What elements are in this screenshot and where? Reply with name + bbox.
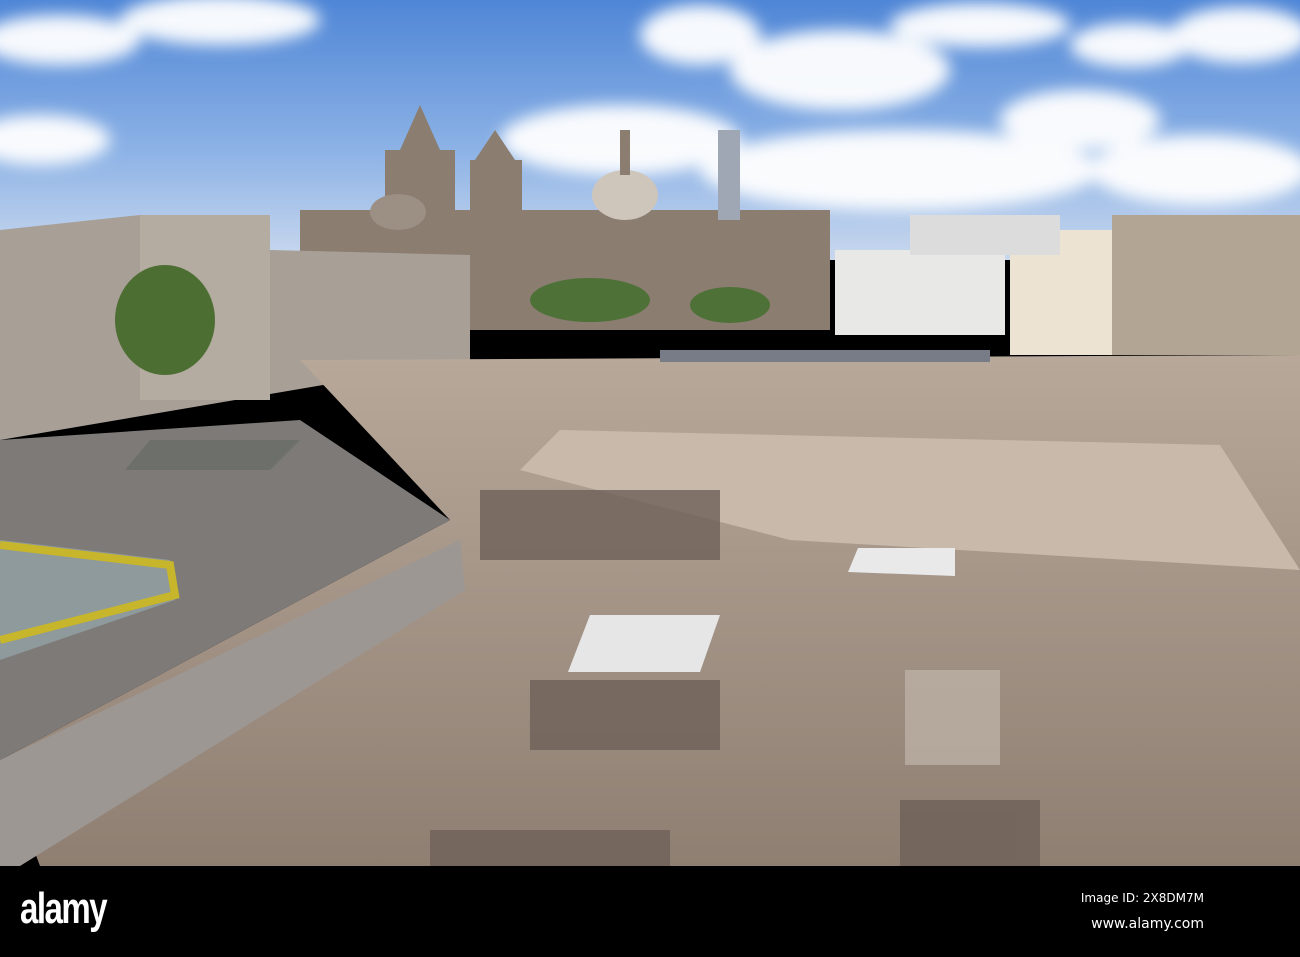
canopy-2 [848,548,955,576]
photo-templo-mayor-ruins [0,0,1300,866]
stock-photo: alamy Image ID: 2X8DM7M www.alamy.com [0,0,1300,957]
bridge [660,350,990,362]
canopy-3 [125,440,300,470]
website-url: www.alamy.com [1091,916,1204,932]
canopy-1 [568,615,720,672]
image-id: Image ID: 2X8DM7M [1080,891,1204,905]
watermark-bar: alamy Image ID: 2X8DM7M www.alamy.com [0,866,1300,957]
alamy-logo: alamy [20,884,108,933]
